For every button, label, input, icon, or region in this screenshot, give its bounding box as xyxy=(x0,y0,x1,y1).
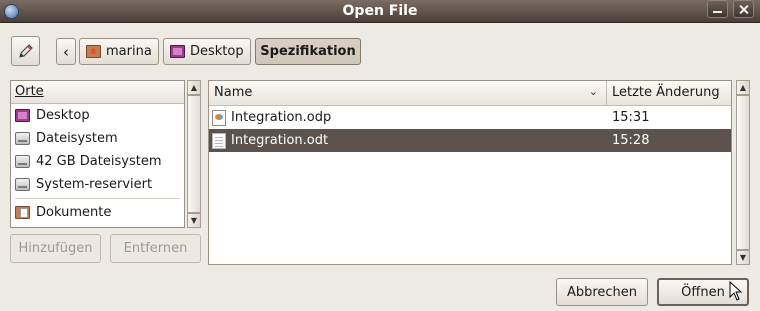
column-header-modified[interactable]: Letzte Änderung xyxy=(607,81,731,105)
place-item-system-reserviert[interactable]: System-reserviert xyxy=(11,173,184,196)
file-list-scrollbar[interactable]: ▲ ▼ xyxy=(736,80,750,265)
minimize-button[interactable] xyxy=(707,0,728,18)
add-bookmark-button[interactable]: Hinzufügen xyxy=(10,234,101,263)
file-modified: 15:28 xyxy=(612,133,650,148)
place-label: System-reserviert xyxy=(36,177,153,192)
column-name-label: Name xyxy=(214,85,253,100)
place-label: 42 GB Dateisystem xyxy=(36,154,162,169)
cancel-button[interactable]: Abbrechen xyxy=(556,278,648,306)
breadcrumb-desktop[interactable]: Desktop xyxy=(163,38,251,65)
title-bar: Open File xyxy=(0,0,760,23)
column-modified-label: Letzte Änderung xyxy=(612,85,720,100)
file-modified: 15:31 xyxy=(612,110,650,125)
presentation-file-icon xyxy=(212,109,226,126)
places-separator xyxy=(15,198,180,199)
documents-folder-icon xyxy=(15,206,30,219)
open-label: Öffnen xyxy=(681,284,725,300)
cancel-label: Abbrechen xyxy=(566,284,638,300)
text-document-icon xyxy=(212,132,226,149)
file-name: Integration.odp xyxy=(231,110,332,125)
breadcrumb-label: Spezifikation xyxy=(260,44,356,59)
chevron-down-icon: ⌄ xyxy=(588,85,598,98)
type-location-button[interactable] xyxy=(11,36,40,66)
table-row[interactable]: Integration.odt 15:28 xyxy=(209,129,731,152)
pencil-icon xyxy=(18,44,33,58)
add-bookmark-label: Hinzufügen xyxy=(18,241,93,256)
breadcrumb-label: Desktop xyxy=(190,44,244,59)
scroll-up-arrow-icon[interactable]: ▲ xyxy=(188,81,200,95)
place-item-dateisystem[interactable]: Dateisystem xyxy=(11,127,184,150)
places-header-label: Orte xyxy=(15,84,44,99)
place-label: Dateisystem xyxy=(36,131,118,146)
scroll-down-arrow-icon[interactable]: ▼ xyxy=(188,213,200,227)
drive-icon xyxy=(15,155,30,168)
places-scrollbar[interactable]: ▲ ▼ xyxy=(187,80,201,228)
file-list: Name ⌄ Letzte Änderung Integration.odp 1… xyxy=(208,80,732,265)
drive-icon xyxy=(15,132,30,145)
place-item-42gb[interactable]: 42 GB Dateisystem xyxy=(11,150,184,173)
scrollbar-thumb[interactable] xyxy=(737,95,749,250)
file-list-header: Name ⌄ Letzte Änderung xyxy=(209,81,731,106)
table-row[interactable]: Integration.odp 15:31 xyxy=(209,106,731,129)
path-scroll-left-button[interactable]: ‹ xyxy=(56,38,76,65)
breadcrumb-spezifikation[interactable]: Spezifikation xyxy=(255,38,361,65)
places-column-header[interactable]: Orte xyxy=(11,81,184,104)
remove-bookmark-button[interactable]: Entfernen xyxy=(110,234,201,263)
file-name: Integration.odt xyxy=(231,133,329,148)
home-folder-icon xyxy=(86,45,101,58)
column-header-name[interactable]: Name ⌄ xyxy=(209,81,607,105)
close-button[interactable] xyxy=(733,0,754,18)
breadcrumb-marina[interactable]: marina xyxy=(79,38,159,65)
mouse-pointer-icon xyxy=(729,281,743,301)
place-label: Desktop xyxy=(36,108,90,123)
place-label: Dokumente xyxy=(36,205,112,220)
desktop-icon xyxy=(15,109,30,122)
chevron-left-icon: ‹ xyxy=(63,42,69,61)
places-pane: Orte Desktop Dateisystem 42 GB Dateisyst… xyxy=(10,80,185,228)
window-title: Open File xyxy=(342,3,418,19)
scrollbar-thumb[interactable] xyxy=(188,95,200,213)
desktop-icon xyxy=(170,45,185,58)
place-item-dokumente[interactable]: Dokumente xyxy=(11,201,184,224)
scroll-down-arrow-icon[interactable]: ▼ xyxy=(737,250,749,264)
breadcrumb-label: marina xyxy=(106,44,152,59)
drive-icon xyxy=(15,178,30,191)
scroll-up-arrow-icon[interactable]: ▲ xyxy=(737,81,749,95)
place-item-desktop[interactable]: Desktop xyxy=(11,104,184,127)
remove-bookmark-label: Entfernen xyxy=(123,241,188,256)
